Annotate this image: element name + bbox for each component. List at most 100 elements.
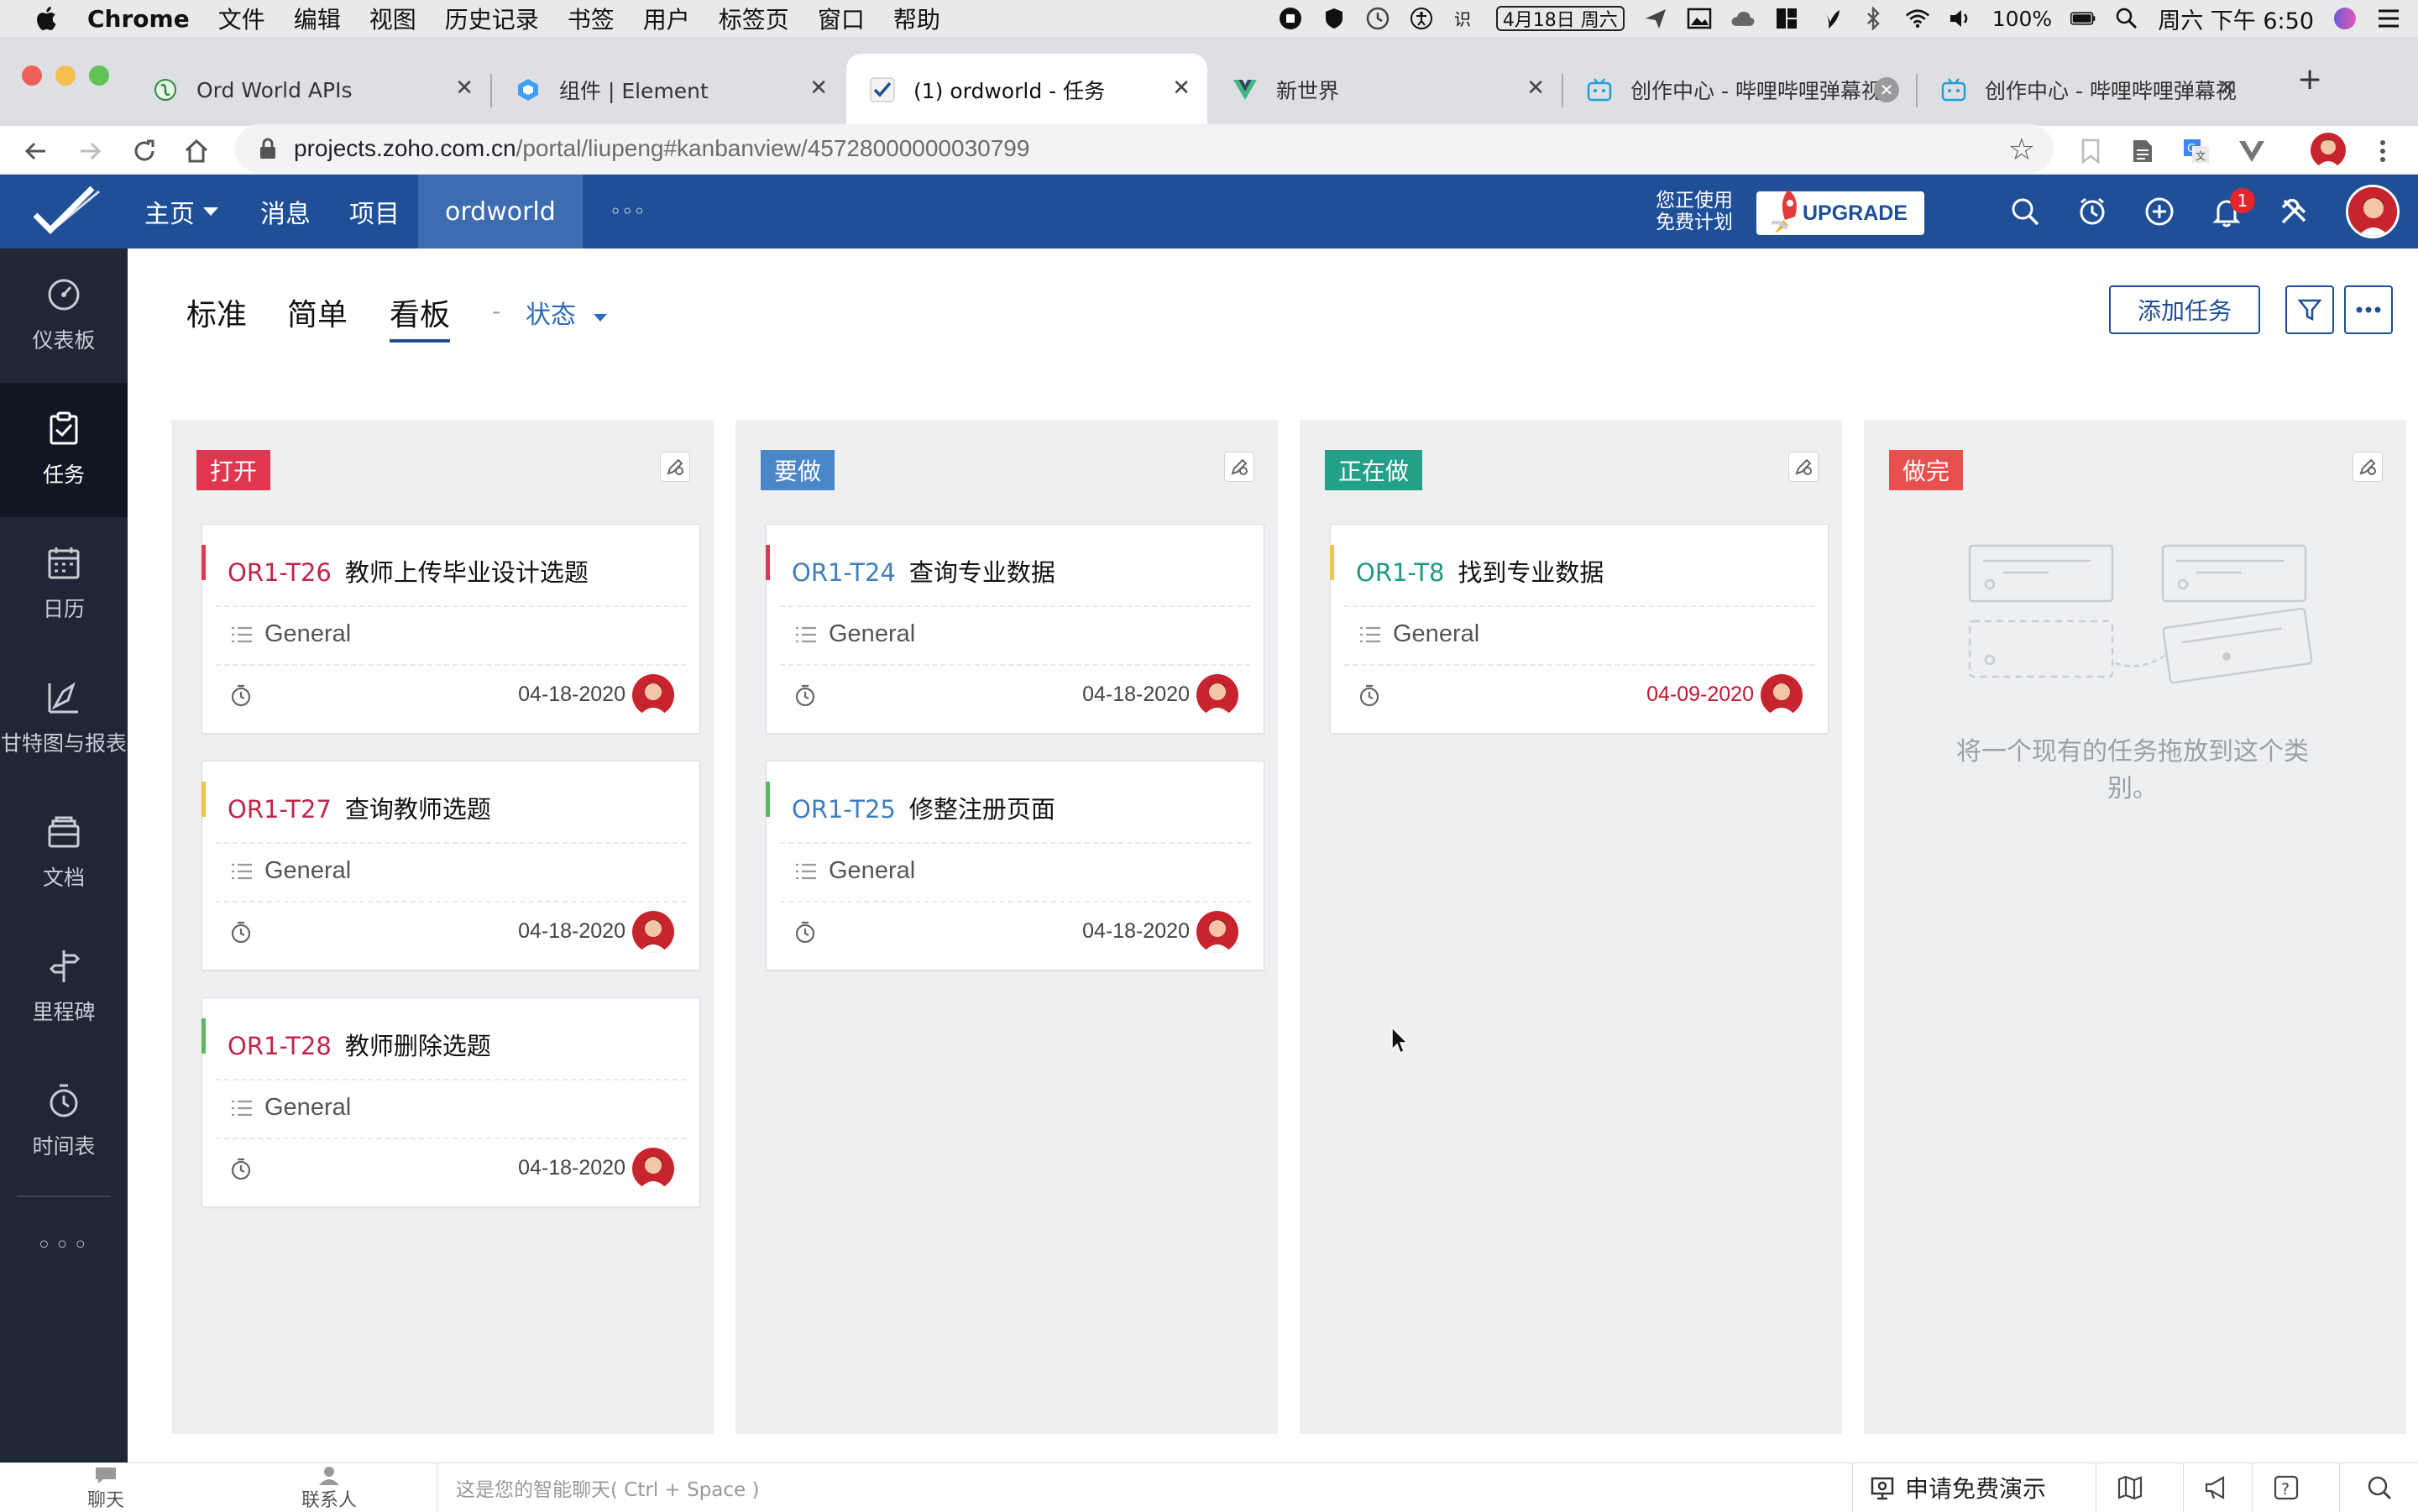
tab-close-icon[interactable]: ✕ bbox=[1172, 76, 1191, 101]
notification-count-badge[interactable]: 1 bbox=[2230, 188, 2255, 213]
filter-button[interactable] bbox=[2285, 285, 2334, 334]
siri-icon[interactable] bbox=[2332, 6, 2358, 31]
menu-edit[interactable]: 编辑 bbox=[294, 2, 341, 35]
menu-view[interactable]: 视图 bbox=[369, 2, 416, 35]
view-tab-simple[interactable]: 简单 bbox=[287, 290, 348, 334]
menu-window[interactable]: 窗口 bbox=[818, 2, 865, 35]
tab-new-world[interactable]: 新世界 ✕ bbox=[1209, 54, 1562, 126]
clock-app-icon[interactable] bbox=[1365, 6, 1390, 31]
forward-icon[interactable] bbox=[76, 136, 106, 166]
tab-ord-world-apis[interactable]: Ord World APIs ✕ bbox=[129, 54, 490, 126]
document-extension-icon[interactable] bbox=[2128, 136, 2158, 166]
assignee-avatar[interactable] bbox=[632, 1148, 674, 1190]
bluetooth-icon[interactable] bbox=[1861, 6, 1887, 31]
app-name[interactable]: Chrome bbox=[87, 5, 190, 33]
add-task-button[interactable]: 添加任务 bbox=[2109, 285, 2260, 334]
zoho-projects-logo-icon[interactable] bbox=[32, 183, 102, 240]
tab-close-icon[interactable]: ✕ bbox=[1874, 77, 1899, 102]
assignee-avatar[interactable] bbox=[1196, 674, 1238, 716]
new-tab-icon[interactable]: + bbox=[2297, 62, 2322, 97]
shield-app-icon[interactable] bbox=[1322, 6, 1347, 31]
task-title-row[interactable]: OR1-T28 教师删除选题 bbox=[228, 1027, 491, 1062]
task-card[interactable]: OR1-T24 查询专业数据 General 04-18-2020 bbox=[766, 524, 1264, 734]
nav-projects[interactable]: 项目 bbox=[349, 175, 400, 249]
menu-people[interactable]: 用户 bbox=[643, 2, 690, 35]
window-close-button[interactable] bbox=[22, 65, 42, 86]
user-avatar[interactable] bbox=[2346, 185, 2400, 238]
task-title[interactable]: 修整注册页面 bbox=[909, 795, 1055, 824]
tab-bilibili-creator-1[interactable]: 创作中心 - 哔哩哔哩弹幕视 ✕ bbox=[1563, 54, 1916, 126]
sidebar-item-calendar[interactable]: 日历 bbox=[0, 517, 128, 651]
wifi-icon[interactable] bbox=[1905, 6, 1930, 31]
input-method-icon[interactable]: 识 bbox=[1452, 6, 1478, 31]
translate-icon[interactable]: G文 bbox=[2181, 136, 2211, 166]
sidebar-item-gantt-reports[interactable]: 甘特图与报表 bbox=[0, 651, 128, 786]
menu-history[interactable]: 历史记录 bbox=[445, 2, 539, 35]
column-settings-icon[interactable] bbox=[2353, 452, 2383, 482]
bookmark-outline-icon[interactable] bbox=[2075, 136, 2106, 166]
timer-icon[interactable] bbox=[229, 1158, 253, 1181]
tab-close-icon[interactable]: ✕ bbox=[809, 76, 828, 101]
assignee-avatar[interactable] bbox=[632, 911, 674, 953]
sidebar-more-icon[interactable]: ◦◦◦ bbox=[0, 1231, 128, 1260]
task-title[interactable]: 查询教师选题 bbox=[345, 795, 491, 824]
task-id[interactable]: OR1-T27 bbox=[228, 795, 332, 824]
column-settings-icon[interactable] bbox=[1788, 452, 1819, 482]
sidebar-item-documents[interactable]: 文档 bbox=[0, 786, 128, 920]
smart-chat-input[interactable]: 这是您的智能聊天( Ctrl + Space ) bbox=[437, 1463, 1847, 1512]
bookmark-star-icon[interactable]: ☆ bbox=[2008, 133, 2035, 167]
view-tab-kanban[interactable]: 看板 bbox=[390, 290, 451, 343]
task-title-row[interactable]: OR1-T25 修整注册页面 bbox=[792, 790, 1055, 825]
task-title-row[interactable]: OR1-T8 找到专业数据 bbox=[1356, 553, 1604, 589]
menubar-date-badge[interactable]: 4月18日 周六 bbox=[1495, 6, 1625, 31]
task-card[interactable]: OR1-T25 修整注册页面 General 04-18-2020 bbox=[766, 761, 1264, 971]
tab-element[interactable]: 组件 | Element ✕ bbox=[492, 54, 845, 126]
tab-bilibili-creator-2[interactable]: 创作中心 - 哔哩哔哩弹幕视 ✕ bbox=[1918, 54, 2253, 126]
task-card[interactable]: OR1-T8 找到专业数据 General 04-09-2020 bbox=[1330, 524, 1829, 734]
upgrade-button[interactable]: UPGRADE bbox=[1756, 190, 1924, 235]
request-demo-button[interactable]: 申请免费演示 bbox=[1852, 1463, 2046, 1512]
send-icon[interactable] bbox=[1643, 6, 1668, 31]
volume-icon[interactable] bbox=[1949, 6, 1974, 31]
timer-icon[interactable] bbox=[229, 921, 253, 944]
assignee-avatar[interactable] bbox=[1761, 674, 1803, 716]
url-text[interactable]: projects.zoho.com.cn/portal/liupeng#kanb… bbox=[294, 135, 1029, 162]
timer-icon[interactable] bbox=[793, 684, 817, 708]
task-id[interactable]: OR1-T24 bbox=[792, 558, 896, 587]
control-list-icon[interactable] bbox=[2376, 6, 2401, 31]
menu-tab[interactable]: 标签页 bbox=[719, 2, 789, 35]
nav-messages[interactable]: 消息 bbox=[260, 175, 311, 249]
contacts-button[interactable]: 联系人 bbox=[296, 1463, 363, 1512]
tab-close-icon[interactable]: ✕ bbox=[1526, 76, 1545, 101]
nav-home[interactable]: 主页 bbox=[144, 175, 220, 249]
assignee-avatar[interactable] bbox=[1196, 911, 1238, 953]
vue-devtools-icon[interactable] bbox=[2237, 136, 2267, 166]
timer-icon[interactable] bbox=[1358, 684, 1381, 708]
nav-more[interactable]: ◦◦◦ bbox=[610, 175, 645, 249]
more-options-button[interactable] bbox=[2344, 285, 2393, 334]
task-card[interactable]: OR1-T26 教师上传毕业设计选题 General 04-18-2020 bbox=[202, 524, 700, 734]
help-icon[interactable]: ? bbox=[2252, 1463, 2319, 1512]
timer-icon[interactable] bbox=[229, 684, 253, 708]
timer-icon[interactable] bbox=[2075, 195, 2109, 228]
task-card[interactable]: OR1-T27 查询教师选题 General 04-18-2020 bbox=[202, 761, 700, 971]
task-title-row[interactable]: OR1-T26 教师上传毕业设计选题 bbox=[228, 553, 589, 589]
task-title-row[interactable]: OR1-T24 查询专业数据 bbox=[792, 553, 1055, 589]
back-icon[interactable] bbox=[20, 136, 50, 166]
accessibility-icon[interactable] bbox=[1409, 6, 1434, 31]
cloud-icon[interactable] bbox=[1730, 6, 1756, 31]
tab-close-icon[interactable]: ✕ bbox=[455, 76, 474, 101]
task-id[interactable]: OR1-T8 bbox=[1356, 558, 1444, 587]
tab-ordworld-tasks[interactable]: (1) ordworld - 任务 ✕ bbox=[846, 54, 1207, 126]
task-title-row[interactable]: OR1-T27 查询教师选题 bbox=[228, 790, 491, 825]
chat-button[interactable]: 聊天 bbox=[81, 1463, 131, 1512]
task-id[interactable]: OR1-T28 bbox=[228, 1032, 332, 1060]
home-icon[interactable] bbox=[181, 136, 212, 166]
menu-file[interactable]: 文件 bbox=[218, 2, 265, 35]
announcement-icon[interactable] bbox=[2183, 1463, 2250, 1512]
battery-icon[interactable] bbox=[2070, 6, 2096, 31]
assignee-avatar[interactable] bbox=[632, 674, 674, 716]
group-by-status-dropdown[interactable]: 状态 bbox=[526, 294, 608, 331]
menubar-clock[interactable]: 周六 下午 6:50 bbox=[2158, 3, 2314, 35]
search-icon[interactable] bbox=[2008, 195, 2042, 228]
